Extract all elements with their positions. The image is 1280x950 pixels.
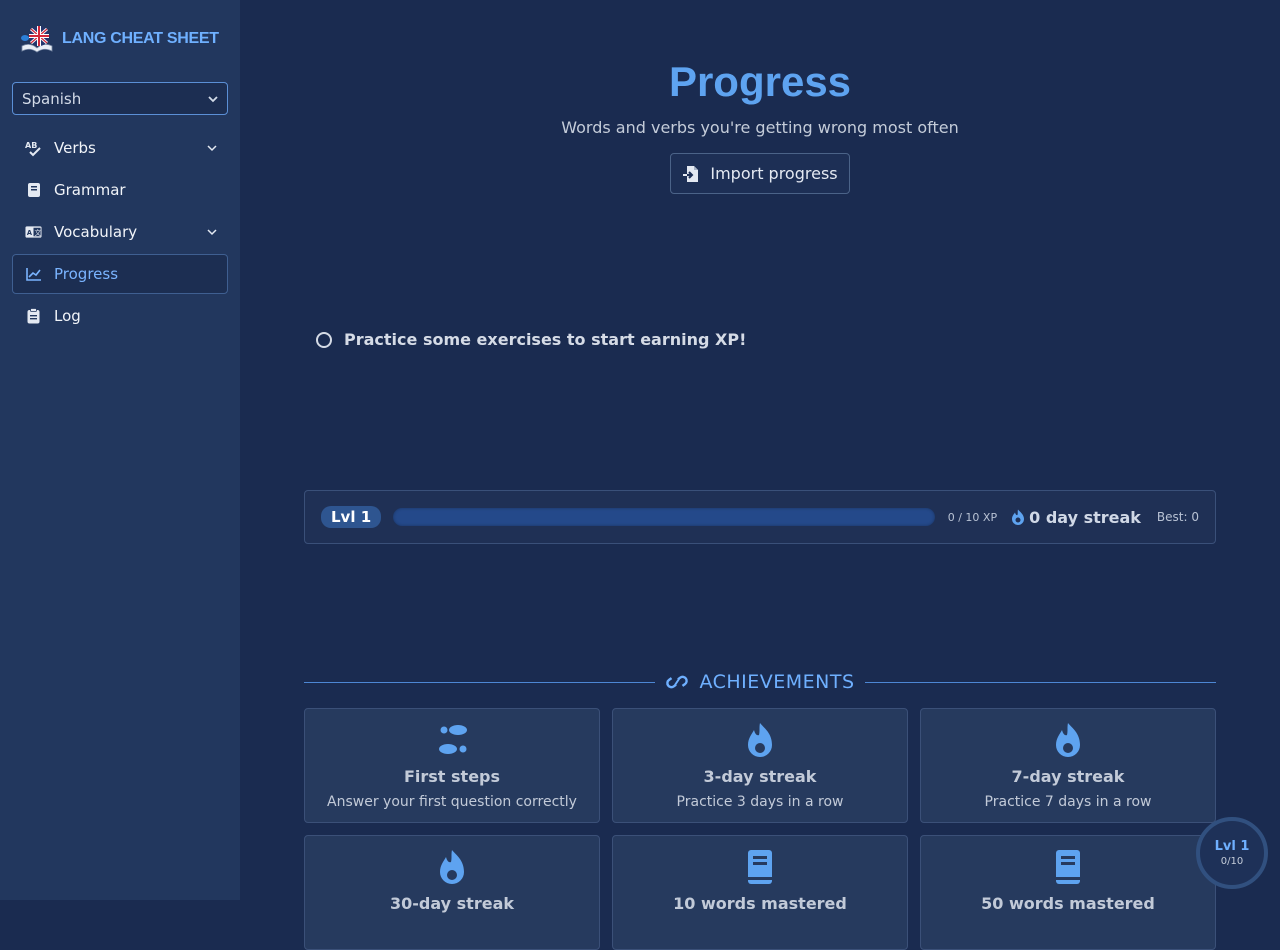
floating-level-label: Lvl 1 xyxy=(1214,839,1250,854)
flame-icon xyxy=(440,850,464,884)
achievement-card: 10 words mastered xyxy=(612,835,908,950)
achievement-card: 3-day streak Practice 3 days in a row xyxy=(612,708,908,823)
chart-line-icon xyxy=(25,266,42,283)
clipboard-icon xyxy=(25,308,42,325)
uk-flag-book-logo xyxy=(20,24,54,54)
achievement-name: 50 words mastered xyxy=(981,894,1155,913)
footprints-icon xyxy=(439,725,467,754)
achievement-name: 10 words mastered xyxy=(673,894,847,913)
svg-text:文: 文 xyxy=(34,228,41,237)
chevron-down-icon xyxy=(207,145,217,152)
file-import-icon xyxy=(683,165,699,182)
flame-icon xyxy=(1056,723,1080,757)
xp-track xyxy=(393,508,935,526)
brand[interactable]: LANG CHEAT SHEET xyxy=(20,24,219,54)
import-progress-label: Import progress xyxy=(710,164,838,183)
spellcheck-icon: AB xyxy=(25,140,42,157)
streak-text: 0 day streak xyxy=(1029,507,1141,527)
achievement-name: 7-day streak xyxy=(1011,767,1125,786)
xp-text: 0 / 10 XP xyxy=(947,510,998,524)
achievements-grid: First steps Answer your first question c… xyxy=(304,708,1216,950)
achievement-card: 7-day streak Practice 7 days in a row xyxy=(920,708,1216,823)
language-select-value: Spanish xyxy=(22,89,82,108)
sidebar-item-label: Vocabulary xyxy=(54,223,138,241)
circle-icon xyxy=(316,331,332,348)
best-streak: Best: 0 xyxy=(1156,510,1199,524)
xp-hint-text: Practice some exercises to start earning… xyxy=(344,330,747,349)
achievement-card: 30-day streak xyxy=(304,835,600,950)
sidebar-item-label: Progress xyxy=(54,265,119,283)
achievement-desc: Answer your first question correctly xyxy=(327,794,577,810)
sidebar-nav: AB Verbs Grammar A文 Vocabulary Progress xyxy=(12,128,228,338)
achievements-title-text: ACHIEVEMENTS xyxy=(699,671,855,693)
flame-icon xyxy=(748,723,772,757)
floating-level-xp: 0/10 xyxy=(1220,856,1244,867)
level-progress-bar: Lvl 1 0 / 10 XP 0 day streak Best: 0 xyxy=(304,490,1216,544)
sidebar-item-progress[interactable]: Progress xyxy=(12,254,228,294)
achievement-card: First steps Answer your first question c… xyxy=(304,708,600,823)
achievements-title: ACHIEVEMENTS xyxy=(655,671,864,693)
sidebar-item-log[interactable]: Log xyxy=(12,296,228,336)
book-icon xyxy=(748,850,772,884)
divider xyxy=(864,681,1217,683)
import-progress-button[interactable]: Import progress xyxy=(670,153,850,194)
achievement-name: 3-day streak xyxy=(703,767,817,786)
main-content: Progress Words and verbs you're getting … xyxy=(240,0,1280,950)
divider xyxy=(304,681,656,683)
chevron-down-icon xyxy=(207,229,217,236)
sidebar-item-label: Grammar xyxy=(54,181,126,199)
sidebar-item-label: Verbs xyxy=(54,139,96,157)
chevron-down-icon xyxy=(208,95,218,102)
achievement-card: 50 words mastered xyxy=(920,835,1216,950)
xp-hint: Practice some exercises to start earning… xyxy=(316,330,746,349)
link-icon xyxy=(666,675,689,689)
page-subtitle: Words and verbs you're getting wrong mos… xyxy=(561,118,959,137)
brand-name: LANG CHEAT SHEET xyxy=(62,30,219,47)
sidebar: LANG CHEAT SHEET Spanish AB Verbs Gramma… xyxy=(0,0,240,900)
language-select[interactable]: Spanish xyxy=(12,82,228,115)
achievement-desc: Practice 3 days in a row xyxy=(676,794,844,810)
sidebar-item-label: Log xyxy=(54,307,81,325)
sidebar-item-verbs[interactable]: AB Verbs xyxy=(12,128,228,168)
book-icon xyxy=(25,182,42,199)
streak-display: 0 day streak xyxy=(1011,508,1141,527)
floating-level-badge[interactable]: Lvl 1 0/10 xyxy=(1196,817,1268,889)
sidebar-item-grammar[interactable]: Grammar xyxy=(12,170,228,210)
book-icon xyxy=(1056,850,1080,884)
level-badge: Lvl 1 xyxy=(321,506,382,528)
achievement-name: First steps xyxy=(403,767,501,786)
translate-icon: A文 xyxy=(25,224,42,241)
achievements-header: ACHIEVEMENTS xyxy=(304,668,1217,696)
svg-text:A: A xyxy=(27,229,33,237)
svg-text:AB: AB xyxy=(25,141,37,150)
sidebar-item-vocabulary[interactable]: A文 Vocabulary xyxy=(12,212,228,252)
achievement-name: 30-day streak xyxy=(389,894,514,913)
achievement-desc: Practice 7 days in a row xyxy=(984,794,1152,810)
flame-icon xyxy=(1012,509,1025,525)
page-title: Progress xyxy=(668,58,852,105)
